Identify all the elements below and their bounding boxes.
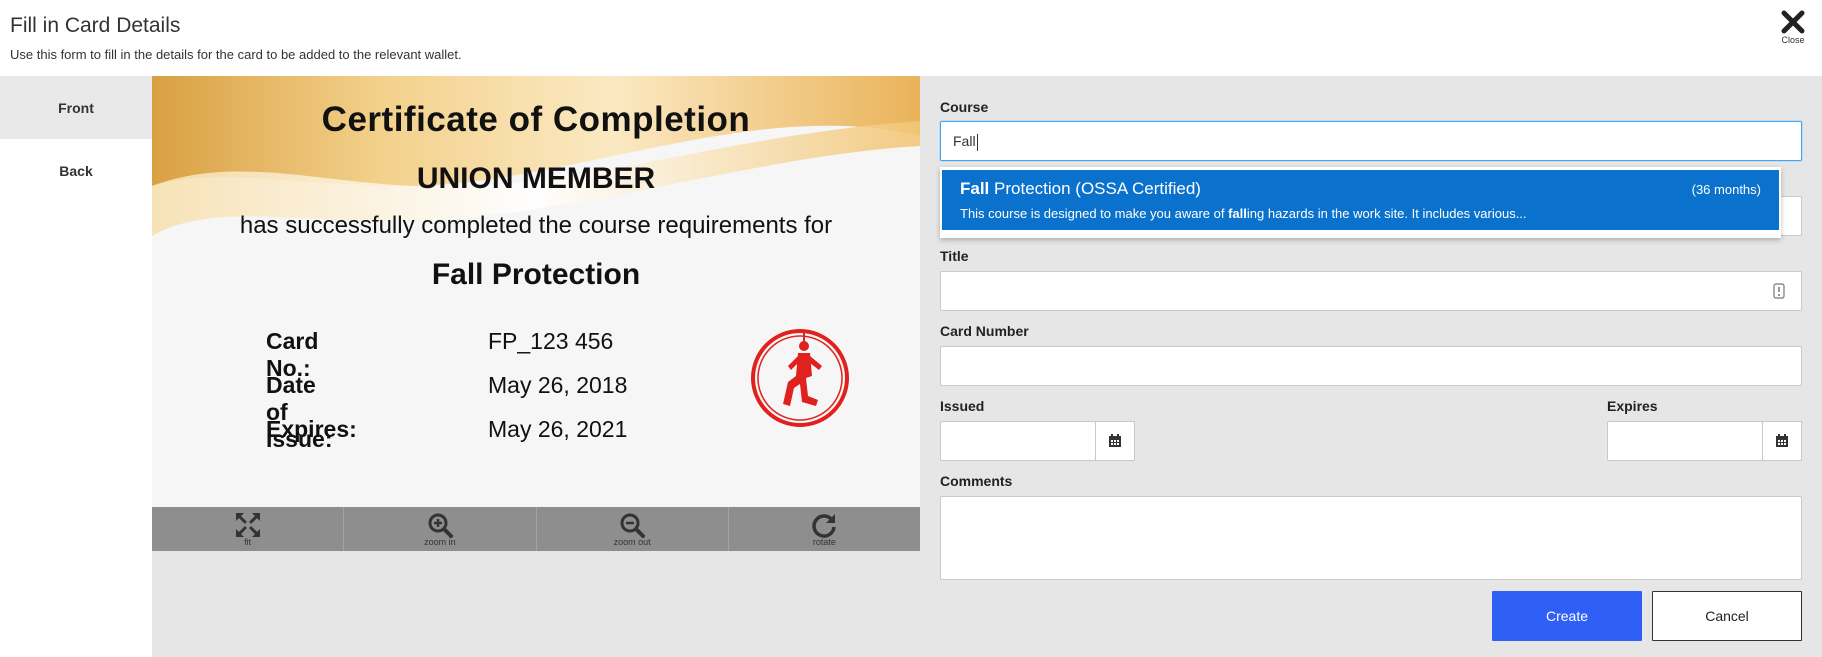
suggestion-name: Fall Protection (OSSA Certified) (960, 179, 1201, 199)
certificate-member: UNION MEMBER (416, 162, 656, 195)
tab-back[interactable]: Back (0, 139, 152, 202)
calendar-icon (1776, 434, 1788, 447)
suggestion-name-rest: Protection (OSSA Certified) (989, 179, 1201, 198)
rotate-icon (812, 514, 837, 538)
course-input[interactable]: Fall (940, 121, 1802, 161)
certificate-row-key: Expires: (266, 416, 357, 442)
dialog-title: Fill in Card Details (10, 14, 181, 37)
fall-protection-emblem-icon (751, 329, 849, 427)
issued-calendar-button[interactable] (1095, 421, 1135, 461)
tab-front[interactable]: Front (0, 76, 152, 139)
create-button[interactable]: Create (1492, 591, 1642, 641)
dialog-subtitle: Use this form to fill in the details for… (10, 47, 462, 62)
certificate-body-text: has successfully completed the course re… (239, 212, 833, 239)
course-suggestions-dropdown: Fall Protection (OSSA Certified) (36 mon… (940, 167, 1781, 238)
suggestion-duration: (36 months) (1691, 182, 1761, 197)
suggestion-desc-after: ing hazards in the work site. It include… (1246, 206, 1527, 221)
suggestion-desc-before: This course is designed to make you awar… (960, 206, 1229, 221)
viewer-toolbar: fit zoom in zoom out rotate (152, 507, 920, 551)
close-label: Close (1781, 35, 1805, 45)
comments-textarea[interactable] (940, 496, 1802, 580)
zoom-out-label: zoom out (613, 537, 651, 547)
certificate-title: Certificate of Completion (321, 100, 751, 139)
zoom-in-label: zoom in (424, 537, 456, 547)
certificate-row-value: FP_123 456 (488, 328, 614, 354)
suggestion-name-match: Fall (960, 179, 990, 198)
comments-label: Comments (940, 473, 1013, 489)
text-caret (976, 133, 978, 151)
calendar-icon (1109, 434, 1121, 447)
field-info-icon (1773, 283, 1785, 299)
fit-button[interactable]: fit (152, 507, 345, 551)
expires-date-input[interactable] (1607, 421, 1763, 461)
rotate-label: rotate (812, 537, 836, 547)
certificate-row-value: May 26, 2021 (488, 416, 628, 442)
course-input-value: Fall (953, 133, 976, 149)
course-suggestion-item[interactable]: Fall Protection (OSSA Certified) (36 mon… (942, 170, 1779, 230)
course-label: Course (940, 99, 989, 115)
dialog-header: Fill in Card Details Use this form to fi… (0, 0, 1822, 76)
issued-label: Issued (940, 398, 985, 414)
title-label: Title (940, 248, 969, 264)
issued-date-input[interactable] (940, 421, 1096, 461)
card-number-input[interactable] (940, 346, 1802, 386)
zoom-out-icon (620, 513, 646, 538)
fit-icon (235, 513, 260, 537)
certificate-row-value: May 26, 2018 (488, 372, 628, 398)
fit-label: fit (244, 537, 252, 547)
expires-label: Expires (1607, 398, 1658, 414)
card-side-tabs: Front Back (0, 76, 152, 657)
rotate-button[interactable]: rotate (729, 507, 920, 551)
close-icon (1781, 10, 1805, 34)
certificate-preview: Certificate of Completion UNION MEMBER h… (152, 76, 920, 507)
suggestion-desc-match: fall (1228, 206, 1247, 221)
certificate-course: Fall Protection (431, 258, 641, 291)
zoom-in-icon (428, 513, 453, 538)
zoom-in-button[interactable]: zoom in (344, 507, 537, 551)
expires-calendar-button[interactable] (1762, 421, 1802, 461)
close-button[interactable]: Close (1778, 10, 1808, 45)
card-number-label: Card Number (940, 323, 1029, 339)
title-input[interactable] (940, 271, 1802, 311)
zoom-out-button[interactable]: zoom out (537, 507, 729, 551)
cancel-button[interactable]: Cancel (1652, 591, 1802, 641)
suggestion-description: This course is designed to make you awar… (960, 206, 1527, 221)
